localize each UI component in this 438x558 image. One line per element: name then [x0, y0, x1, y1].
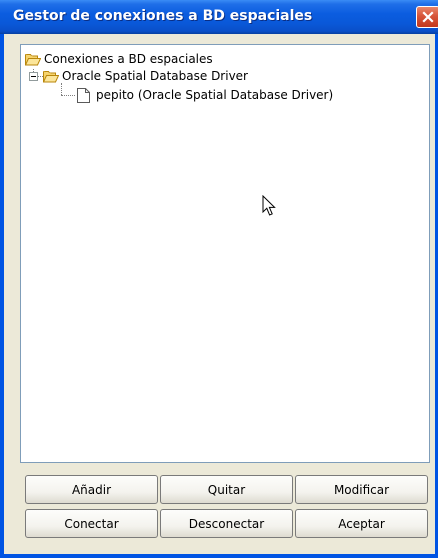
- folder-open-icon: [42, 70, 60, 83]
- tree-node-connection[interactable]: pepito (Oracle Spatial Database Driver): [77, 86, 333, 104]
- modify-button[interactable]: Modificar: [295, 475, 428, 504]
- folder-open-icon: [24, 53, 42, 66]
- connect-button[interactable]: Conectar: [25, 509, 158, 538]
- add-button[interactable]: Añadir: [25, 475, 158, 504]
- tree-node-connection-label: pepito (Oracle Spatial Database Driver): [96, 88, 334, 102]
- window-title: Gestor de conexiones a BD espaciales: [13, 8, 313, 24]
- connections-tree[interactable]: Conexiones a BD espaciales Oracle Spatia…: [20, 44, 430, 463]
- tree-connector: [61, 83, 62, 95]
- tree-connector: [61, 95, 75, 96]
- accept-button[interactable]: Aceptar: [295, 509, 428, 538]
- tree-node-driver-label: Oracle Spatial Database Driver: [62, 69, 248, 83]
- remove-button[interactable]: Quitar: [160, 475, 293, 504]
- document-icon: [77, 87, 90, 103]
- collapse-toggle[interactable]: [29, 72, 38, 81]
- tree-node-driver[interactable]: Oracle Spatial Database Driver: [42, 67, 248, 85]
- close-button[interactable]: [416, 6, 438, 28]
- tree-node-root[interactable]: Conexiones a BD espaciales: [24, 50, 213, 68]
- mouse-pointer-icon: [262, 194, 276, 217]
- tree-node-root-label: Conexiones a BD espaciales: [44, 52, 213, 66]
- connection-manager-window: Gestor de conexiones a BD espaciales Con…: [0, 0, 438, 558]
- title-bar[interactable]: Gestor de conexiones a BD espaciales: [0, 0, 438, 34]
- disconnect-button[interactable]: Desconectar: [160, 509, 293, 538]
